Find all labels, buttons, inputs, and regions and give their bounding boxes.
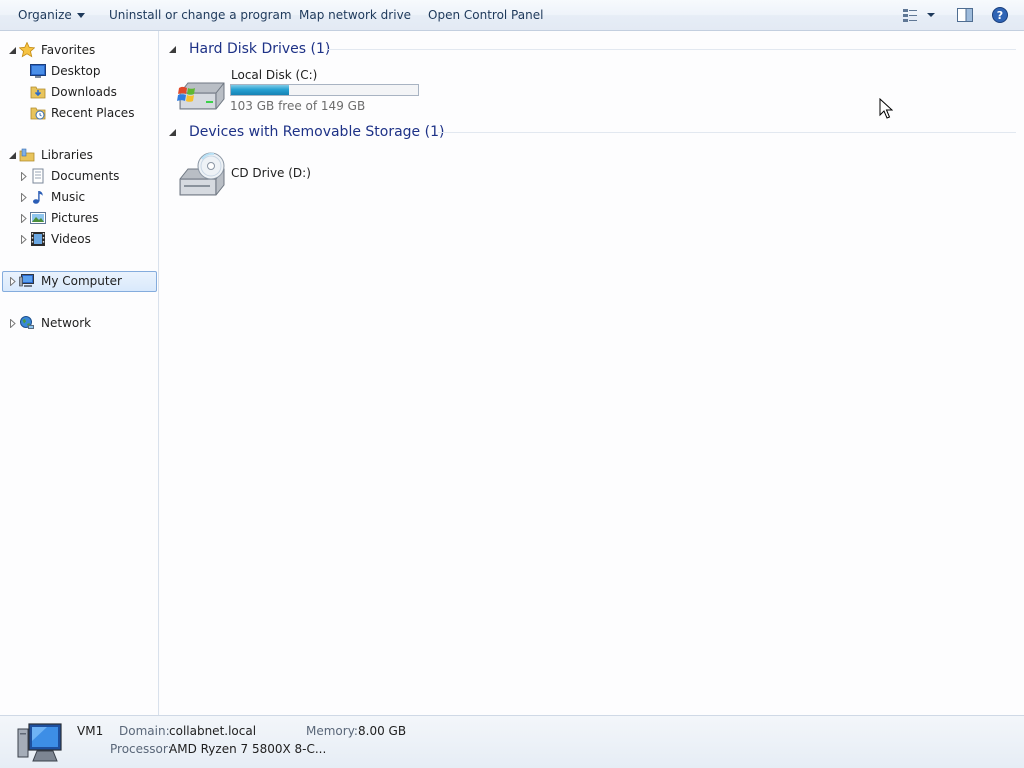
group-header-removable-storage[interactable]: Devices with Removable Storage (1) xyxy=(168,122,1016,144)
domain-label: Domain: xyxy=(119,724,170,738)
documents-icon xyxy=(32,168,44,184)
group-header-hard-disk-drives[interactable]: Hard Disk Drives (1) xyxy=(168,39,1016,61)
network-globe-icon xyxy=(20,316,34,329)
nav-item-libraries[interactable]: Libraries xyxy=(2,145,157,166)
music-note-icon xyxy=(33,191,43,204)
nav-label-desktop: Desktop xyxy=(51,64,101,78)
drive-local-disk-c[interactable]: Local Disk (C:) 103 GB free of 149 GB xyxy=(176,65,426,115)
recent-places-icon xyxy=(30,107,46,120)
group-collapse-icon[interactable] xyxy=(169,46,177,54)
hard-drive-windows-icon xyxy=(177,82,225,110)
drive-space-bar-c xyxy=(230,84,419,96)
computer-large-icon xyxy=(17,723,62,762)
nav-label-favorites: Favorites xyxy=(41,43,96,57)
group-collapse-icon[interactable] xyxy=(169,129,177,137)
libraries-icon xyxy=(19,148,35,162)
nav-item-pictures[interactable]: Pictures xyxy=(2,208,157,229)
nav-item-downloads[interactable]: Downloads xyxy=(2,82,157,103)
svg-text:?: ? xyxy=(997,9,1003,22)
expand-icon[interactable] xyxy=(9,277,17,286)
nav-label-videos: Videos xyxy=(51,232,91,246)
content-pane: Hard Disk Drives (1) Local Disk (C:) 103… xyxy=(160,31,1024,715)
memory-value: 8.00 GB xyxy=(358,724,407,738)
expand-icon[interactable] xyxy=(20,172,28,181)
processor-label: Processor: xyxy=(110,742,172,756)
organize-label: Organize xyxy=(18,8,72,22)
nav-item-music[interactable]: Music xyxy=(2,187,157,208)
help-icon: ? xyxy=(992,7,1008,23)
organize-button[interactable]: Organize xyxy=(18,0,85,30)
nav-item-network[interactable]: Network xyxy=(2,313,157,334)
organize-dropdown-icon xyxy=(76,13,85,18)
drive-name-c: Local Disk (C:) xyxy=(231,68,318,82)
group-title-hard-disk-drives: Hard Disk Drives (1) xyxy=(189,41,331,57)
view-options-icon xyxy=(903,9,935,22)
nav-item-documents[interactable]: Documents xyxy=(2,166,157,187)
nav-label-documents: Documents xyxy=(51,169,120,183)
nav-item-favorites[interactable]: Favorites xyxy=(2,40,157,61)
desktop-icon xyxy=(30,64,46,78)
command-bar: Organize Uninstall or change a program M… xyxy=(0,0,1024,31)
change-view-button[interactable] xyxy=(902,7,938,26)
nav-label-pictures: Pictures xyxy=(51,211,99,225)
nav-label-libraries: Libraries xyxy=(41,148,93,162)
pictures-icon xyxy=(30,212,46,224)
computer-name: VM1 xyxy=(77,724,104,738)
map-network-drive-button[interactable]: Map network drive xyxy=(299,0,411,30)
help-button[interactable]: ? xyxy=(992,7,1008,26)
preview-pane-icon xyxy=(957,8,973,22)
drive-name-d: CD Drive (D:) xyxy=(231,166,311,180)
drive-space-used-fill xyxy=(231,85,289,95)
expand-icon[interactable] xyxy=(20,214,28,223)
drive-cd-drive-d[interactable]: CD Drive (D:) xyxy=(176,149,376,199)
computer-icon xyxy=(19,274,34,287)
downloads-folder-icon xyxy=(30,86,46,99)
nav-item-videos[interactable]: Videos xyxy=(2,229,157,250)
mouse-pointer-icon xyxy=(879,98,893,119)
group-divider xyxy=(328,49,1016,50)
nav-label-network: Network xyxy=(41,316,92,330)
open-control-panel-button[interactable]: Open Control Panel xyxy=(428,0,543,30)
group-title-removable-storage: Devices with Removable Storage (1) xyxy=(189,124,445,140)
nav-item-desktop[interactable]: Desktop xyxy=(2,61,157,82)
expand-icon[interactable] xyxy=(9,319,17,328)
nav-label-my-computer: My Computer xyxy=(41,274,122,288)
collapse-icon[interactable] xyxy=(9,151,17,160)
drive-free-space-c: 103 GB free of 149 GB xyxy=(230,99,366,113)
navigation-pane: Favorites Desktop Downloads Recent Place… xyxy=(0,31,159,715)
processor-value: AMD Ryzen 7 5800X 8-C... xyxy=(169,742,327,756)
nav-item-recent-places[interactable]: Recent Places xyxy=(2,103,157,124)
videos-film-icon xyxy=(31,232,45,246)
group-divider xyxy=(438,132,1016,133)
memory-label: Memory: xyxy=(306,724,358,738)
expand-icon[interactable] xyxy=(20,193,28,202)
domain-value: collabnet.local xyxy=(169,724,257,738)
nav-label-recent-places: Recent Places xyxy=(51,106,135,120)
expand-icon[interactable] xyxy=(20,235,28,244)
nav-label-downloads: Downloads xyxy=(51,85,117,99)
details-pane: VM1 Domain: collabnet.local Memory: 8.00… xyxy=(0,715,1024,768)
uninstall-program-button[interactable]: Uninstall or change a program xyxy=(109,0,292,30)
collapse-icon[interactable] xyxy=(9,46,17,55)
nav-item-my-computer[interactable]: My Computer xyxy=(2,271,157,292)
cd-drive-icon xyxy=(179,152,225,196)
nav-label-music: Music xyxy=(51,190,86,204)
favorites-star-icon xyxy=(19,42,35,58)
preview-pane-button[interactable] xyxy=(957,7,973,26)
